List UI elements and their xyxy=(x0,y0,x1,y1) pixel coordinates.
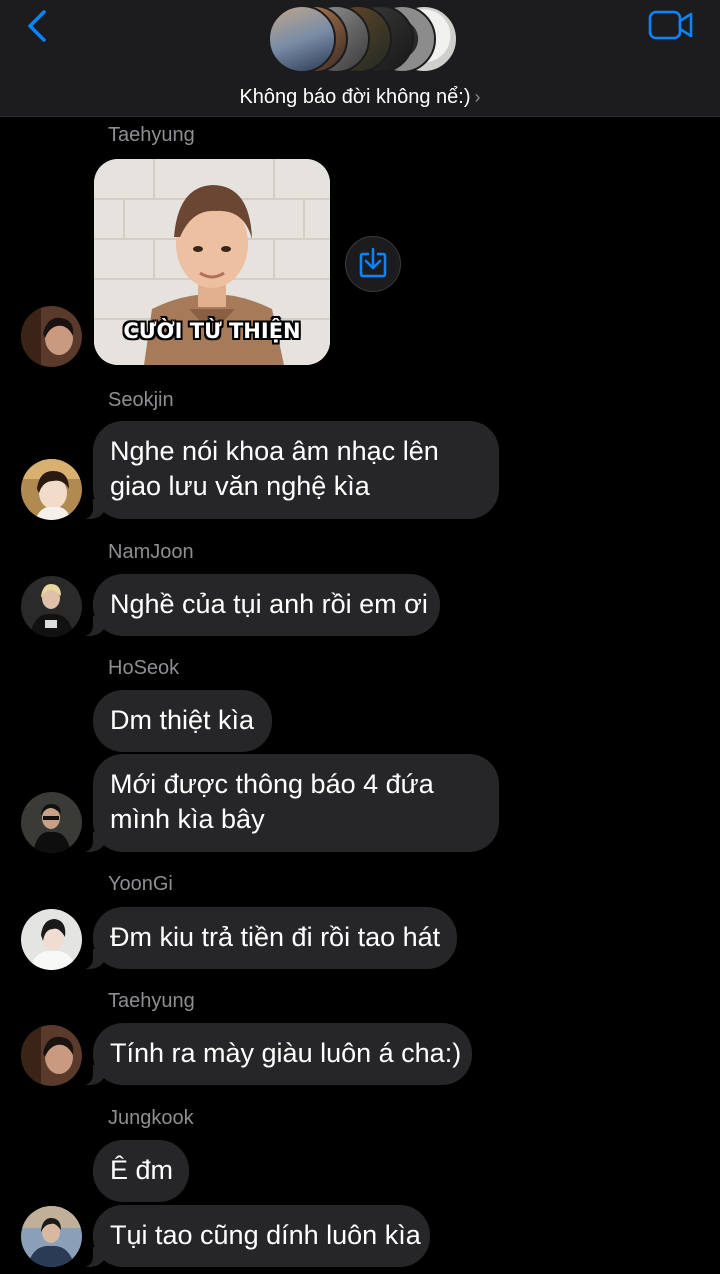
avatar-image xyxy=(21,792,82,853)
chat-header: Không báo đời không nể:) › xyxy=(0,0,720,117)
share-button[interactable] xyxy=(345,236,401,292)
video-call-button[interactable] xyxy=(648,10,694,40)
sticker-caption: CƯỜI TỪ THIỆN xyxy=(123,319,301,343)
message-bubble[interactable]: Tính ra mày giàu luôn á cha:) xyxy=(83,1023,472,1085)
sender-name: Seokjin xyxy=(108,389,174,411)
message-bubble[interactable]: Dm thiệt kìa xyxy=(93,690,272,752)
back-button[interactable] xyxy=(22,8,52,44)
message-bubble[interactable]: Mới được thông báo 4 đứa mình kìa bây xyxy=(83,754,499,852)
avatar-taehyung[interactable] xyxy=(21,306,82,367)
sender-name: YoonGi xyxy=(108,873,173,895)
avatar-image xyxy=(21,909,82,970)
sender-name: HoSeok xyxy=(108,657,180,679)
sticker-message[interactable]: CƯỜI TỪ THIỆN xyxy=(94,159,330,365)
video-camera-icon xyxy=(648,10,693,40)
avatar-image xyxy=(21,306,82,367)
avatar-seokjin[interactable] xyxy=(21,459,82,520)
sender-name: NamJoon xyxy=(108,541,194,563)
message-bubble[interactable]: Tụi tao cũng dính luôn kìa xyxy=(83,1205,430,1267)
chevron-right-icon: › xyxy=(474,87,481,107)
chevron-left-icon xyxy=(28,10,46,42)
avatar-image xyxy=(21,1206,82,1267)
group-title[interactable]: Không báo đời không nể:) › xyxy=(0,86,720,109)
avatar-image xyxy=(21,459,82,520)
avatar-image xyxy=(21,576,82,637)
message-bubble[interactable]: Nghề của tụi anh rồi em ơi xyxy=(83,574,440,636)
avatar-namjoon[interactable] xyxy=(21,576,82,637)
sender-name: Jungkook xyxy=(108,1107,194,1129)
avatar-yoongi[interactable] xyxy=(21,909,82,970)
avatar-jungkook[interactable] xyxy=(21,1206,82,1267)
message-bubble[interactable]: Ê đm xyxy=(93,1140,189,1202)
avatar-hoseok[interactable] xyxy=(21,792,82,853)
message-bubble[interactable]: Đm kiu trả tiền đi rồi tao hát xyxy=(83,907,457,969)
member-avatar xyxy=(268,5,336,73)
sender-name: Taehyung xyxy=(108,124,195,146)
message-bubble[interactable]: Nghe nói khoa âm nhạc lên giao lưu văn n… xyxy=(83,421,499,519)
avatar-image xyxy=(21,1025,82,1086)
avatar-taehyung[interactable] xyxy=(21,1025,82,1086)
share-icon xyxy=(359,247,387,278)
sender-name: Taehyung xyxy=(108,990,195,1012)
group-avatar-stack[interactable] xyxy=(268,5,458,75)
group-name: Không báo đời không nể:) xyxy=(239,86,471,108)
